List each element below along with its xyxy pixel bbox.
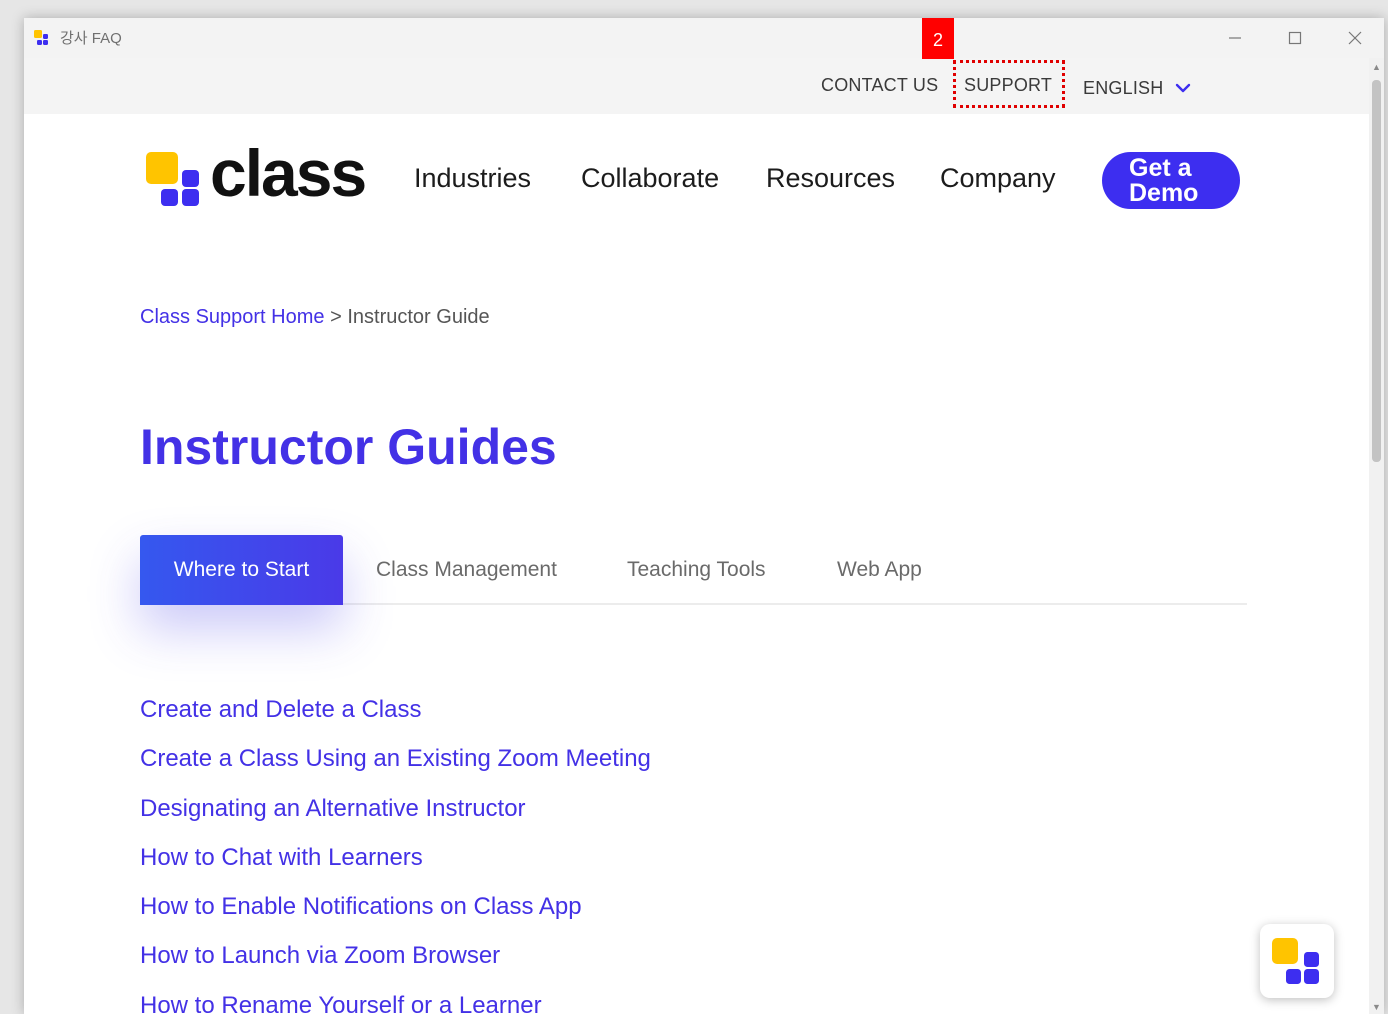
breadcrumb-current: Instructor Guide (347, 306, 490, 328)
scroll-up-arrow-icon[interactable]: ▲ (1372, 62, 1381, 72)
chevron-down-icon (1175, 83, 1190, 93)
close-icon (1348, 31, 1362, 45)
utility-bar: CONTACT US SUPPORT ENGLISH (24, 58, 1369, 114)
close-button[interactable] (1326, 18, 1384, 58)
guide-link[interactable]: Create and Delete a Class (140, 694, 651, 743)
logo-wordmark[interactable]: class (210, 140, 367, 206)
language-label: ENGLISH (1083, 78, 1164, 98)
guide-tabs: Where to Start Class Management Teaching… (140, 535, 1247, 605)
chat-widget-button[interactable] (1260, 924, 1334, 998)
guide-link[interactable]: How to Rename Yourself or a Learner (140, 990, 651, 1014)
breadcrumb-separator: > (330, 306, 342, 328)
guide-link[interactable]: Create a Class Using an Existing Zoom Me… (140, 743, 651, 792)
step-marker: 2 (922, 18, 954, 59)
scroll-down-arrow-icon[interactable]: ▼ (1372, 1002, 1381, 1012)
language-selector[interactable]: ENGLISH (1083, 78, 1191, 99)
maximize-button[interactable] (1266, 18, 1324, 58)
window-title: 강사 FAQ (60, 30, 122, 47)
minimize-icon (1229, 37, 1241, 39)
tab-teaching-tools[interactable]: Teaching Tools (627, 535, 766, 605)
nav-resources[interactable]: Resources (766, 163, 895, 194)
page-title: Instructor Guides (140, 419, 557, 475)
minimize-button[interactable] (1206, 18, 1264, 58)
title-bar: 강사 FAQ (24, 18, 1384, 58)
demo-label-line2: Demo (1129, 179, 1199, 207)
nav-collaborate[interactable]: Collaborate (581, 163, 719, 194)
guide-link[interactable]: How to Launch via Zoom Browser (140, 940, 651, 989)
class-app-icon (34, 30, 48, 45)
class-logo-icon[interactable] (146, 152, 204, 208)
tab-class-management[interactable]: Class Management (376, 535, 557, 605)
get-a-demo-button[interactable]: Get a Demo (1102, 152, 1240, 209)
nav-industries[interactable]: Industries (414, 163, 531, 194)
breadcrumb: Class Support Home > Instructor Guide (140, 306, 490, 329)
guide-link[interactable]: How to Chat with Learners (140, 842, 651, 891)
nav-company[interactable]: Company (940, 163, 1056, 194)
contact-us-link[interactable]: CONTACT US (821, 75, 938, 96)
guide-link[interactable]: How to Enable Notifications on Class App (140, 891, 651, 940)
breadcrumb-home-link[interactable]: Class Support Home (140, 306, 325, 328)
guide-list: Create and Delete a Class Create a Class… (140, 694, 651, 1014)
tab-where-to-start[interactable]: Where to Start (140, 535, 343, 605)
vertical-scrollbar[interactable]: ▲ ▼ (1369, 58, 1384, 1014)
demo-label-line1: Get a (1129, 154, 1192, 182)
maximize-icon (1288, 31, 1302, 45)
guide-link[interactable]: Designating an Alternative Instructor (140, 793, 651, 842)
class-chat-icon (1272, 938, 1319, 984)
tab-web-app[interactable]: Web App (837, 535, 922, 605)
browser-window: 강사 FAQ CONTACT US SUPPORT ENGLISH 2 ▲ ▼ (24, 18, 1384, 1014)
support-highlight-box (953, 60, 1065, 108)
scroll-thumb[interactable] (1372, 80, 1381, 462)
